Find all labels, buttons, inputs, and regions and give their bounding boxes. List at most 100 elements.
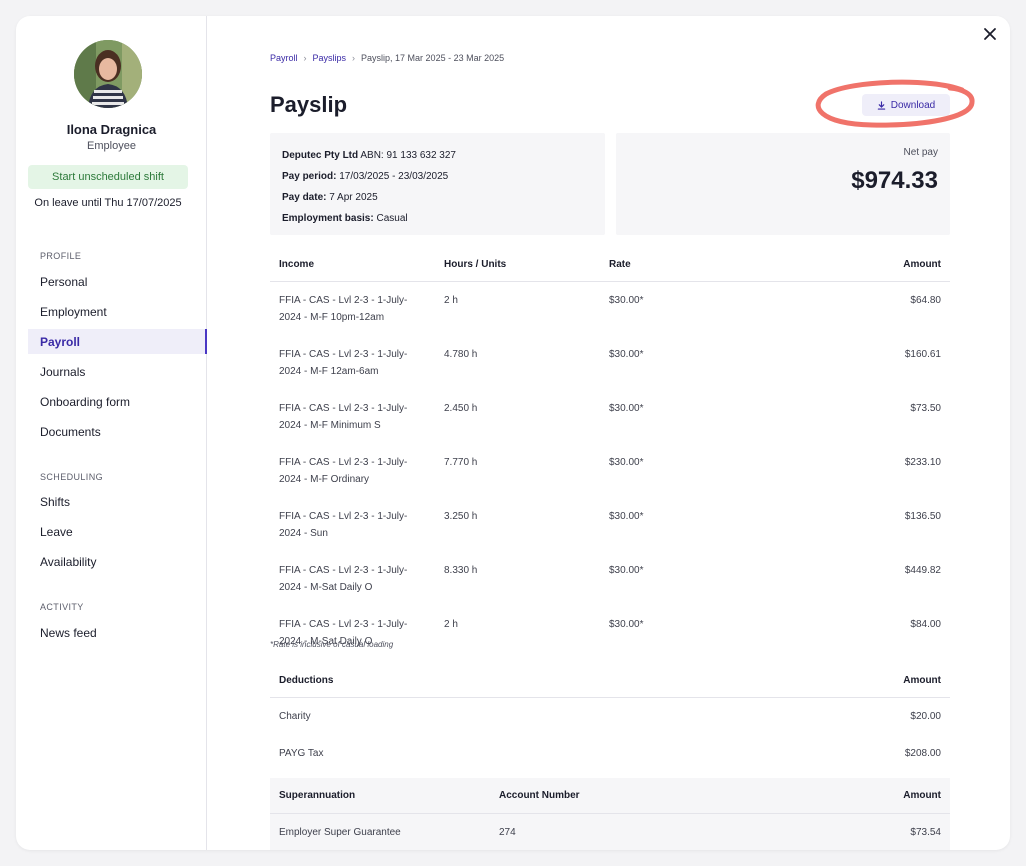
sidebar-item-documents[interactable]: Documents xyxy=(28,419,207,444)
income-amount: $73.50 xyxy=(910,402,941,414)
employment-basis-line: Employment basis: Casual xyxy=(282,208,593,229)
income-amount: $64.80 xyxy=(910,294,941,306)
net-pay-card: Net pay $974.33 xyxy=(616,133,950,235)
section-label-profile: PROFILE xyxy=(40,251,82,261)
close-icon xyxy=(984,28,996,40)
sidebar: Ilona Dragnica Employee Start unschedule… xyxy=(16,16,207,850)
pay-period-line: Pay period: 17/03/2025 - 23/03/2025 xyxy=(282,166,593,187)
income-rate: $30.00* xyxy=(609,510,644,522)
breadcrumb: Payroll › Payslips › Payslip, 17 Mar 202… xyxy=(270,53,504,63)
income-desc: FFIA - CAS - Lvl 2-3 - 1-July-2024 - M-S… xyxy=(279,564,408,593)
superannuation-desc: Employer Super Guarantee xyxy=(270,813,490,850)
deduction-desc: PAYG Tax xyxy=(279,747,324,759)
superannuation-table: Superannuation Account Number Amount Emp… xyxy=(270,778,950,850)
table-row: FFIA - CAS - Lvl 2-3 - 1-July-2024 - Sun… xyxy=(270,498,950,552)
download-icon xyxy=(877,100,885,110)
employee-name: Ilona Dragnica xyxy=(66,122,157,137)
breadcrumb-payroll[interactable]: Payroll xyxy=(270,53,298,63)
table-row: FFIA - CAS - Lvl 2-3 - 1-July-2024 - M-F… xyxy=(270,390,950,444)
breadcrumb-payslips[interactable]: Payslips xyxy=(313,53,347,63)
section-label-scheduling: SCHEDULING xyxy=(40,472,104,482)
income-hours: 2.450 h xyxy=(444,402,478,414)
section-label-activity: ACTIVITY xyxy=(40,602,84,612)
employment-basis-label: Employment basis: xyxy=(282,213,374,224)
sidebar-item-shifts[interactable]: Shifts xyxy=(28,489,207,514)
pay-date-line: Pay date: 7 Apr 2025 xyxy=(282,187,593,208)
income-hours: 2 h xyxy=(444,294,458,306)
table-row: FFIA - CAS - Lvl 2-3 - 1-July-2024 - M-F… xyxy=(270,444,950,498)
pay-date-value: 7 Apr 2025 xyxy=(329,192,378,203)
rate-col-header: Rate xyxy=(600,248,760,282)
deductions-table: Deductions Amount Charity $20.00 PAYG Ta… xyxy=(270,664,950,772)
superannuation-header-row: Superannuation Account Number Amount xyxy=(270,778,950,814)
table-row: FFIA - CAS - Lvl 2-3 - 1-July-2024 - M-S… xyxy=(270,606,950,660)
income-rate: $30.00* xyxy=(609,618,644,630)
sidebar-item-leave[interactable]: Leave xyxy=(28,519,207,544)
sidebar-item-journals[interactable]: Journals xyxy=(28,359,207,384)
income-hours: 3.250 h xyxy=(444,510,478,522)
income-desc: FFIA - CAS - Lvl 2-3 - 1-July-2024 - M-S… xyxy=(279,618,408,647)
table-row: FFIA - CAS - Lvl 2-3 - 1-July-2024 - M-F… xyxy=(270,281,950,336)
chevron-right-icon: › xyxy=(352,53,356,63)
company-line: Deputec Pty Ltd ABN: 91 133 632 327 xyxy=(282,145,593,166)
deduction-desc: Charity xyxy=(279,710,311,722)
start-unscheduled-shift-button[interactable]: Start unscheduled shift xyxy=(28,165,188,189)
sidebar-item-personal[interactable]: Personal xyxy=(28,269,207,294)
pay-date-label: Pay date: xyxy=(282,192,327,203)
abn-label: ABN: xyxy=(360,150,384,161)
superannuation-amount: $73.54 xyxy=(760,813,950,850)
breadcrumb-current: Payslip, 17 Mar 2025 - 23 Mar 2025 xyxy=(361,53,505,63)
employment-basis-value: Casual xyxy=(376,213,408,224)
sidebar-item-availability[interactable]: Availability xyxy=(28,549,207,574)
payslip-details: Deputec Pty Ltd ABN: 91 133 632 327 Pay … xyxy=(270,133,605,235)
income-col-header: Income xyxy=(270,248,435,282)
deductions-amount-col-header: Amount xyxy=(760,664,950,698)
income-rate: $30.00* xyxy=(609,294,644,306)
pay-period-value: 17/03/2025 - 23/03/2025 xyxy=(339,171,449,182)
main-content: Payroll › Payslips › Payslip, 17 Mar 202… xyxy=(270,16,950,850)
income-amount: $160.61 xyxy=(904,348,941,360)
income-header-row: Income Hours / Units Rate Amount xyxy=(270,248,950,282)
hours-col-header: Hours / Units xyxy=(435,248,600,282)
income-hours: 8.330 h xyxy=(444,564,478,576)
sidebar-item-payroll[interactable]: Payroll xyxy=(28,329,207,354)
pay-period-label: Pay period: xyxy=(282,171,337,182)
account-number-col-header: Account Number xyxy=(490,778,760,814)
download-label: Download xyxy=(890,99,936,111)
payslip-modal: Ilona Dragnica Employee Start unschedule… xyxy=(16,16,1010,850)
superannuation-amount-col-header: Amount xyxy=(760,778,950,814)
deduction-amount: $20.00 xyxy=(910,710,941,722)
abn-value: 91 133 632 327 xyxy=(386,150,456,161)
sidebar-item-employment[interactable]: Employment xyxy=(28,299,207,324)
income-amount: $449.82 xyxy=(904,564,941,576)
income-desc: FFIA - CAS - Lvl 2-3 - 1-July-2024 - M-F… xyxy=(279,456,408,485)
sidebar-item-onboarding-form[interactable]: Onboarding form xyxy=(28,389,207,414)
net-pay-label: Net pay xyxy=(903,147,938,158)
income-desc: FFIA - CAS - Lvl 2-3 - 1-July-2024 - M-F… xyxy=(279,294,408,323)
employee-role: Employee xyxy=(87,140,136,152)
avatar xyxy=(74,40,142,108)
income-hours: 7.770 h xyxy=(444,456,478,468)
table-row: FFIA - CAS - Lvl 2-3 - 1-July-2024 - M-S… xyxy=(270,552,950,606)
leave-status: On leave until Thu 17/07/2025 xyxy=(34,197,182,209)
page-title: Payslip xyxy=(270,92,348,117)
net-pay-value: $974.33 xyxy=(851,167,938,194)
income-hours: 2 h xyxy=(444,618,458,630)
income-rate: $30.00* xyxy=(609,456,644,468)
deductions-col-header: Deductions xyxy=(270,664,760,698)
income-amount: $233.10 xyxy=(904,456,941,468)
company-name: Deputec Pty Ltd xyxy=(282,150,359,161)
income-amount: $84.00 xyxy=(910,618,941,630)
close-button[interactable] xyxy=(978,22,1002,46)
deduction-amount: $208.00 xyxy=(904,747,941,759)
sidebar-item-news-feed[interactable]: News feed xyxy=(28,620,207,645)
income-amount: $136.50 xyxy=(904,510,941,522)
chevron-right-icon: › xyxy=(303,53,307,63)
table-row: PAYG Tax $208.00 xyxy=(270,735,950,772)
income-table: Income Hours / Units Rate Amount FFIA - … xyxy=(270,248,950,660)
table-row: Charity $20.00 xyxy=(270,697,950,735)
download-button[interactable]: Download xyxy=(862,94,950,116)
superannuation-account: 274 xyxy=(490,813,760,850)
income-desc: FFIA - CAS - Lvl 2-3 - 1-July-2024 - M-F… xyxy=(279,402,408,431)
deductions-header-row: Deductions Amount xyxy=(270,664,950,698)
